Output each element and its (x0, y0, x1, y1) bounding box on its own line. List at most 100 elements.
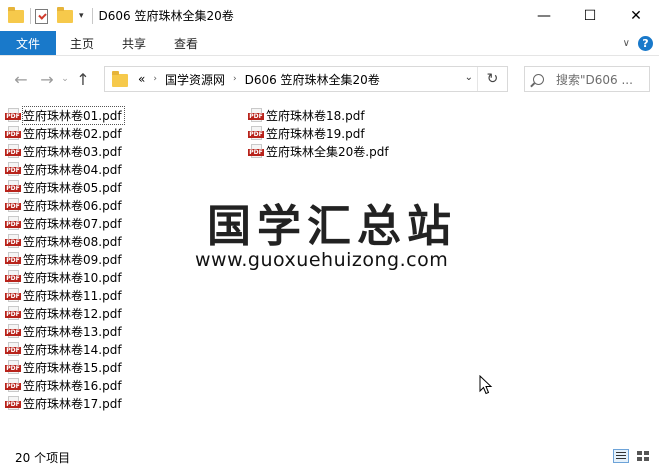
customize-toolbar-dropdown-icon[interactable]: ▾ (79, 11, 84, 21)
search-icon (533, 73, 544, 85)
file-name: 笠府珠林卷18.pdf (266, 108, 365, 123)
pdf-icon-tag: PDF (5, 365, 21, 372)
file-item[interactable]: PDF 笠府珠林卷14.pdf (5, 340, 248, 358)
refresh-button[interactable]: ↻ (477, 67, 507, 91)
large-icons-view-icon[interactable] (635, 449, 651, 463)
address-bar[interactable]: « › 国学资源网 › D606 笠府珠林全集20卷 ⌄ ↻ (104, 66, 508, 92)
pdf-icon: PDF (5, 396, 21, 410)
pdf-icon-tag: PDF (5, 113, 21, 120)
file-name: 笠府珠林卷14.pdf (23, 342, 122, 357)
file-column: PDF 笠府珠林卷18.pdf PDF 笠府珠林卷19.pdf PDF 笠府珠林全集20卷… (248, 106, 491, 160)
file-item[interactable]: PDF 笠府珠林卷11.pdf (5, 286, 248, 304)
file-name: 笠府珠林卷08.pdf (23, 234, 122, 249)
watermark-title: 国学汇总站 (207, 201, 457, 252)
search-box[interactable]: 搜索"D606 ... (524, 66, 650, 92)
pdf-icon-tag: PDF (5, 275, 21, 282)
file-name: 笠府珠林卷03.pdf (23, 144, 122, 159)
pdf-icon-tag: PDF (248, 113, 264, 120)
status-bar: 20 个项目 (0, 445, 659, 469)
tab-home[interactable]: 主页 (56, 31, 108, 55)
file-item[interactable]: PDF 笠府珠林卷01.pdf (5, 105, 248, 125)
pdf-icon-tag: PDF (248, 149, 264, 156)
breadcrumb-overflow[interactable]: « (138, 72, 145, 86)
file-name: 笠府珠林卷11.pdf (23, 288, 122, 303)
pdf-icon: PDF (5, 198, 21, 212)
file-item[interactable]: PDF 笠府珠林全集20卷.pdf (248, 142, 491, 160)
back-button[interactable]: ← (10, 68, 32, 90)
forward-button[interactable]: → (36, 68, 58, 90)
pdf-icon: PDF (5, 126, 21, 140)
file-name: 笠府珠林卷09.pdf (23, 252, 122, 267)
recent-locations-icon[interactable]: ⌄ (58, 68, 72, 90)
file-item[interactable]: PDF 笠府珠林卷13.pdf (5, 322, 248, 340)
file-name: 笠府珠林卷19.pdf (266, 126, 365, 141)
file-item[interactable]: PDF 笠府珠林卷03.pdf (5, 142, 248, 160)
help-icon[interactable]: ? (638, 36, 653, 51)
breadcrumb-item[interactable]: D606 笠府珠林全集20卷 (245, 71, 380, 88)
view-switcher (613, 449, 651, 463)
search-input[interactable]: 搜索"D606 ... (556, 71, 633, 88)
pdf-icon: PDF (5, 270, 21, 284)
minimize-button[interactable]: — (521, 0, 567, 31)
pdf-icon: PDF (5, 234, 21, 248)
file-name: 笠府珠林卷02.pdf (23, 126, 122, 141)
pdf-icon-tag: PDF (5, 383, 21, 390)
file-item[interactable]: PDF 笠府珠林卷18.pdf (248, 106, 491, 124)
new-folder-icon[interactable] (57, 6, 73, 24)
close-button[interactable]: ✕ (613, 0, 659, 31)
breadcrumb-item[interactable]: 国学资源网 (165, 71, 225, 88)
pdf-icon: PDF (5, 180, 21, 194)
file-list: PDF 笠府珠林卷01.pdf PDF 笠府珠林卷02.pdf PDF 笠府珠林卷03.p… (0, 102, 659, 442)
navigation-bar: ← → ⌄ ↑ « › 国学资源网 › D606 笠府珠林全集20卷 ⌄ ↻ 搜… (0, 57, 659, 101)
file-item[interactable]: PDF 笠府珠林卷19.pdf (248, 124, 491, 142)
tab-view[interactable]: 查看 (160, 31, 212, 55)
item-count: 20 个项目 (15, 450, 71, 465)
file-item[interactable]: PDF 笠府珠林卷04.pdf (5, 160, 248, 178)
file-item[interactable]: PDF 笠府珠林卷12.pdf (5, 304, 248, 322)
details-view-icon[interactable] (613, 449, 629, 463)
file-name: 笠府珠林全集20卷.pdf (266, 144, 389, 159)
file-name: 笠府珠林卷10.pdf (23, 270, 122, 285)
file-item[interactable]: PDF 笠府珠林卷15.pdf (5, 358, 248, 376)
pdf-icon: PDF (5, 306, 21, 320)
file-name: 笠府珠林卷15.pdf (23, 360, 122, 375)
maximize-button[interactable]: ☐ (567, 0, 613, 31)
file-name: 笠府珠林卷06.pdf (23, 198, 122, 213)
pdf-icon-tag: PDF (5, 203, 21, 210)
file-item[interactable]: PDF 笠府珠林卷02.pdf (5, 124, 248, 142)
address-dropdown-icon[interactable]: ⌄ (465, 72, 473, 83)
title-bar: ▾ D606 笠府珠林全集20卷 — ☐ ✕ (0, 0, 659, 31)
pdf-icon-tag: PDF (5, 131, 21, 138)
pdf-icon-tag: PDF (5, 167, 21, 174)
toolbar-separator (91, 7, 93, 24)
pdf-icon: PDF (5, 162, 21, 176)
pdf-icon: PDF (5, 252, 21, 266)
chevron-right-icon[interactable]: › (153, 74, 157, 84)
folder-icon (112, 70, 128, 87)
expand-ribbon-icon[interactable]: ∨ (623, 38, 630, 49)
file-name: 笠府珠林卷13.pdf (23, 324, 122, 339)
pdf-icon: PDF (5, 216, 21, 230)
quick-access-toolbar: ▾ (0, 0, 97, 31)
pdf-icon-tag: PDF (5, 185, 21, 192)
file-item[interactable]: PDF 笠府珠林卷16.pdf (5, 376, 248, 394)
up-button[interactable]: ↑ (72, 68, 94, 90)
mouse-cursor-icon (479, 375, 493, 395)
file-name: 笠府珠林卷01.pdf (22, 105, 125, 125)
pdf-icon-tag: PDF (5, 257, 21, 264)
pdf-icon-tag: PDF (5, 401, 21, 408)
folder-icon (8, 6, 24, 24)
pdf-icon-tag: PDF (5, 329, 21, 336)
tab-share[interactable]: 共享 (108, 31, 160, 55)
chevron-right-icon[interactable]: › (233, 74, 237, 84)
tab-file[interactable]: 文件 (0, 31, 56, 55)
file-name: 笠府珠林卷12.pdf (23, 306, 122, 321)
file-name: 笠府珠林卷17.pdf (23, 396, 122, 411)
properties-icon[interactable] (35, 8, 51, 24)
toolbar-separator (30, 7, 31, 24)
pdf-icon-tag: PDF (5, 293, 21, 300)
pdf-icon-tag: PDF (5, 311, 21, 318)
file-item[interactable]: PDF 笠府珠林卷17.pdf (5, 394, 248, 412)
file-name: 笠府珠林卷05.pdf (23, 180, 122, 195)
file-name: 笠府珠林卷16.pdf (23, 378, 122, 393)
